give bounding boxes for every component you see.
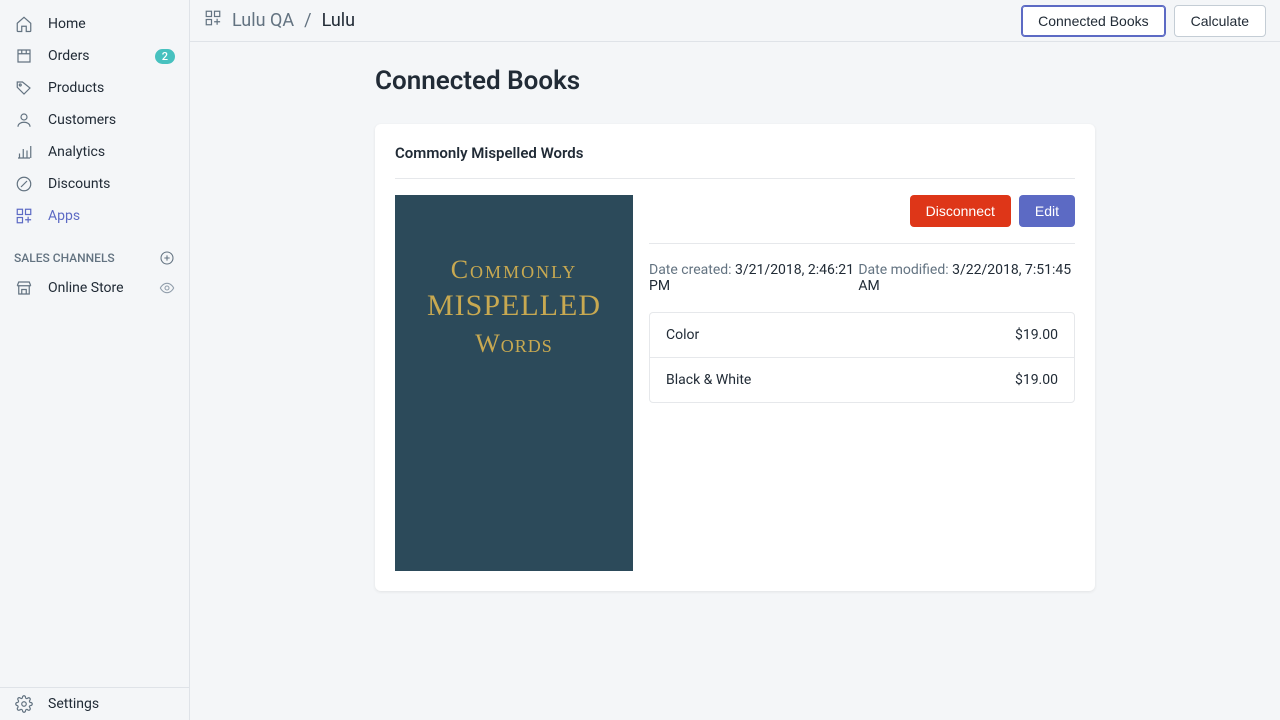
variant-name: Black & White: [666, 372, 751, 388]
date-created: Date created: 3/21/2018, 2:46:21 PM: [649, 262, 858, 294]
orders-badge: 2: [155, 49, 175, 64]
sidebar-item-label: Apps: [48, 208, 175, 224]
variant-row: Black & White $19.00: [650, 357, 1074, 402]
breadcrumb-store[interactable]: Lulu QA: [232, 10, 294, 31]
page-title: Connected Books: [375, 66, 1095, 96]
book-cover: Commonly MISPELLED Words: [395, 195, 633, 571]
analytics-icon: [14, 142, 34, 162]
cover-text-line1: Commonly: [451, 255, 578, 285]
variant-price: $19.00: [1015, 327, 1058, 343]
tag-icon: [14, 78, 34, 98]
date-created-label: Date created:: [649, 262, 735, 278]
sidebar-item-label: Discounts: [48, 176, 175, 192]
sidebar-item-apps[interactable]: Apps: [0, 200, 189, 232]
calculate-button[interactable]: Calculate: [1174, 5, 1266, 37]
person-icon: [14, 110, 34, 130]
sidebar-item-orders[interactable]: Orders 2: [0, 40, 189, 72]
breadcrumb-current: Lulu: [322, 10, 356, 31]
sidebar-item-products[interactable]: Products: [0, 72, 189, 104]
book-title: Commonly Mispelled Words: [395, 144, 1075, 179]
sidebar-item-analytics[interactable]: Analytics: [0, 136, 189, 168]
section-label: SALES CHANNELS: [14, 251, 115, 265]
edit-button[interactable]: Edit: [1019, 195, 1075, 227]
add-channel-icon[interactable]: [159, 250, 175, 266]
cover-text-line3: Words: [475, 329, 553, 359]
apps-icon: [14, 206, 34, 226]
date-modified: Date modified: 3/22/2018, 7:51:45 AM: [858, 262, 1075, 294]
sidebar-item-label: Home: [48, 16, 175, 32]
sidebar-item-discounts[interactable]: Discounts: [0, 168, 189, 200]
sidebar-item-customers[interactable]: Customers: [0, 104, 189, 136]
disconnect-button[interactable]: Disconnect: [910, 195, 1011, 227]
topbar: Lulu QA / Lulu Connected Books Calculate: [190, 0, 1280, 42]
connected-books-button[interactable]: Connected Books: [1021, 5, 1166, 37]
breadcrumb: Lulu QA / Lulu: [204, 9, 355, 32]
variant-price: $19.00: [1015, 372, 1058, 388]
home-icon: [14, 14, 34, 34]
sidebar-item-label: Products: [48, 80, 175, 96]
gear-icon: [14, 694, 34, 714]
sidebar: Home Orders 2 Products Customers Analyti…: [0, 0, 190, 720]
store-icon: [14, 278, 34, 298]
apps-icon: [204, 9, 222, 32]
variant-row: Color $19.00: [650, 313, 1074, 357]
breadcrumb-separator: /: [304, 10, 311, 31]
variant-name: Color: [666, 327, 699, 343]
sales-channels-header: SALES CHANNELS: [0, 232, 189, 272]
sidebar-item-settings[interactable]: Settings: [0, 688, 189, 720]
sidebar-item-online-store[interactable]: Online Store: [0, 272, 189, 304]
variant-table: Color $19.00 Black & White $19.00: [649, 312, 1075, 403]
sidebar-item-label: Online Store: [48, 280, 159, 296]
sidebar-item-label: Customers: [48, 112, 175, 128]
cover-text-line2: MISPELLED: [427, 289, 601, 323]
date-modified-label: Date modified:: [858, 262, 952, 278]
sidebar-item-label: Analytics: [48, 144, 175, 160]
sidebar-item-label: Orders: [48, 48, 155, 64]
sidebar-item-home[interactable]: Home: [0, 8, 189, 40]
orders-icon: [14, 46, 34, 66]
view-store-icon[interactable]: [159, 280, 175, 296]
discount-icon: [14, 174, 34, 194]
book-card: Commonly Mispelled Words Commonly MISPEL…: [375, 124, 1095, 591]
sidebar-item-label: Settings: [48, 696, 175, 712]
